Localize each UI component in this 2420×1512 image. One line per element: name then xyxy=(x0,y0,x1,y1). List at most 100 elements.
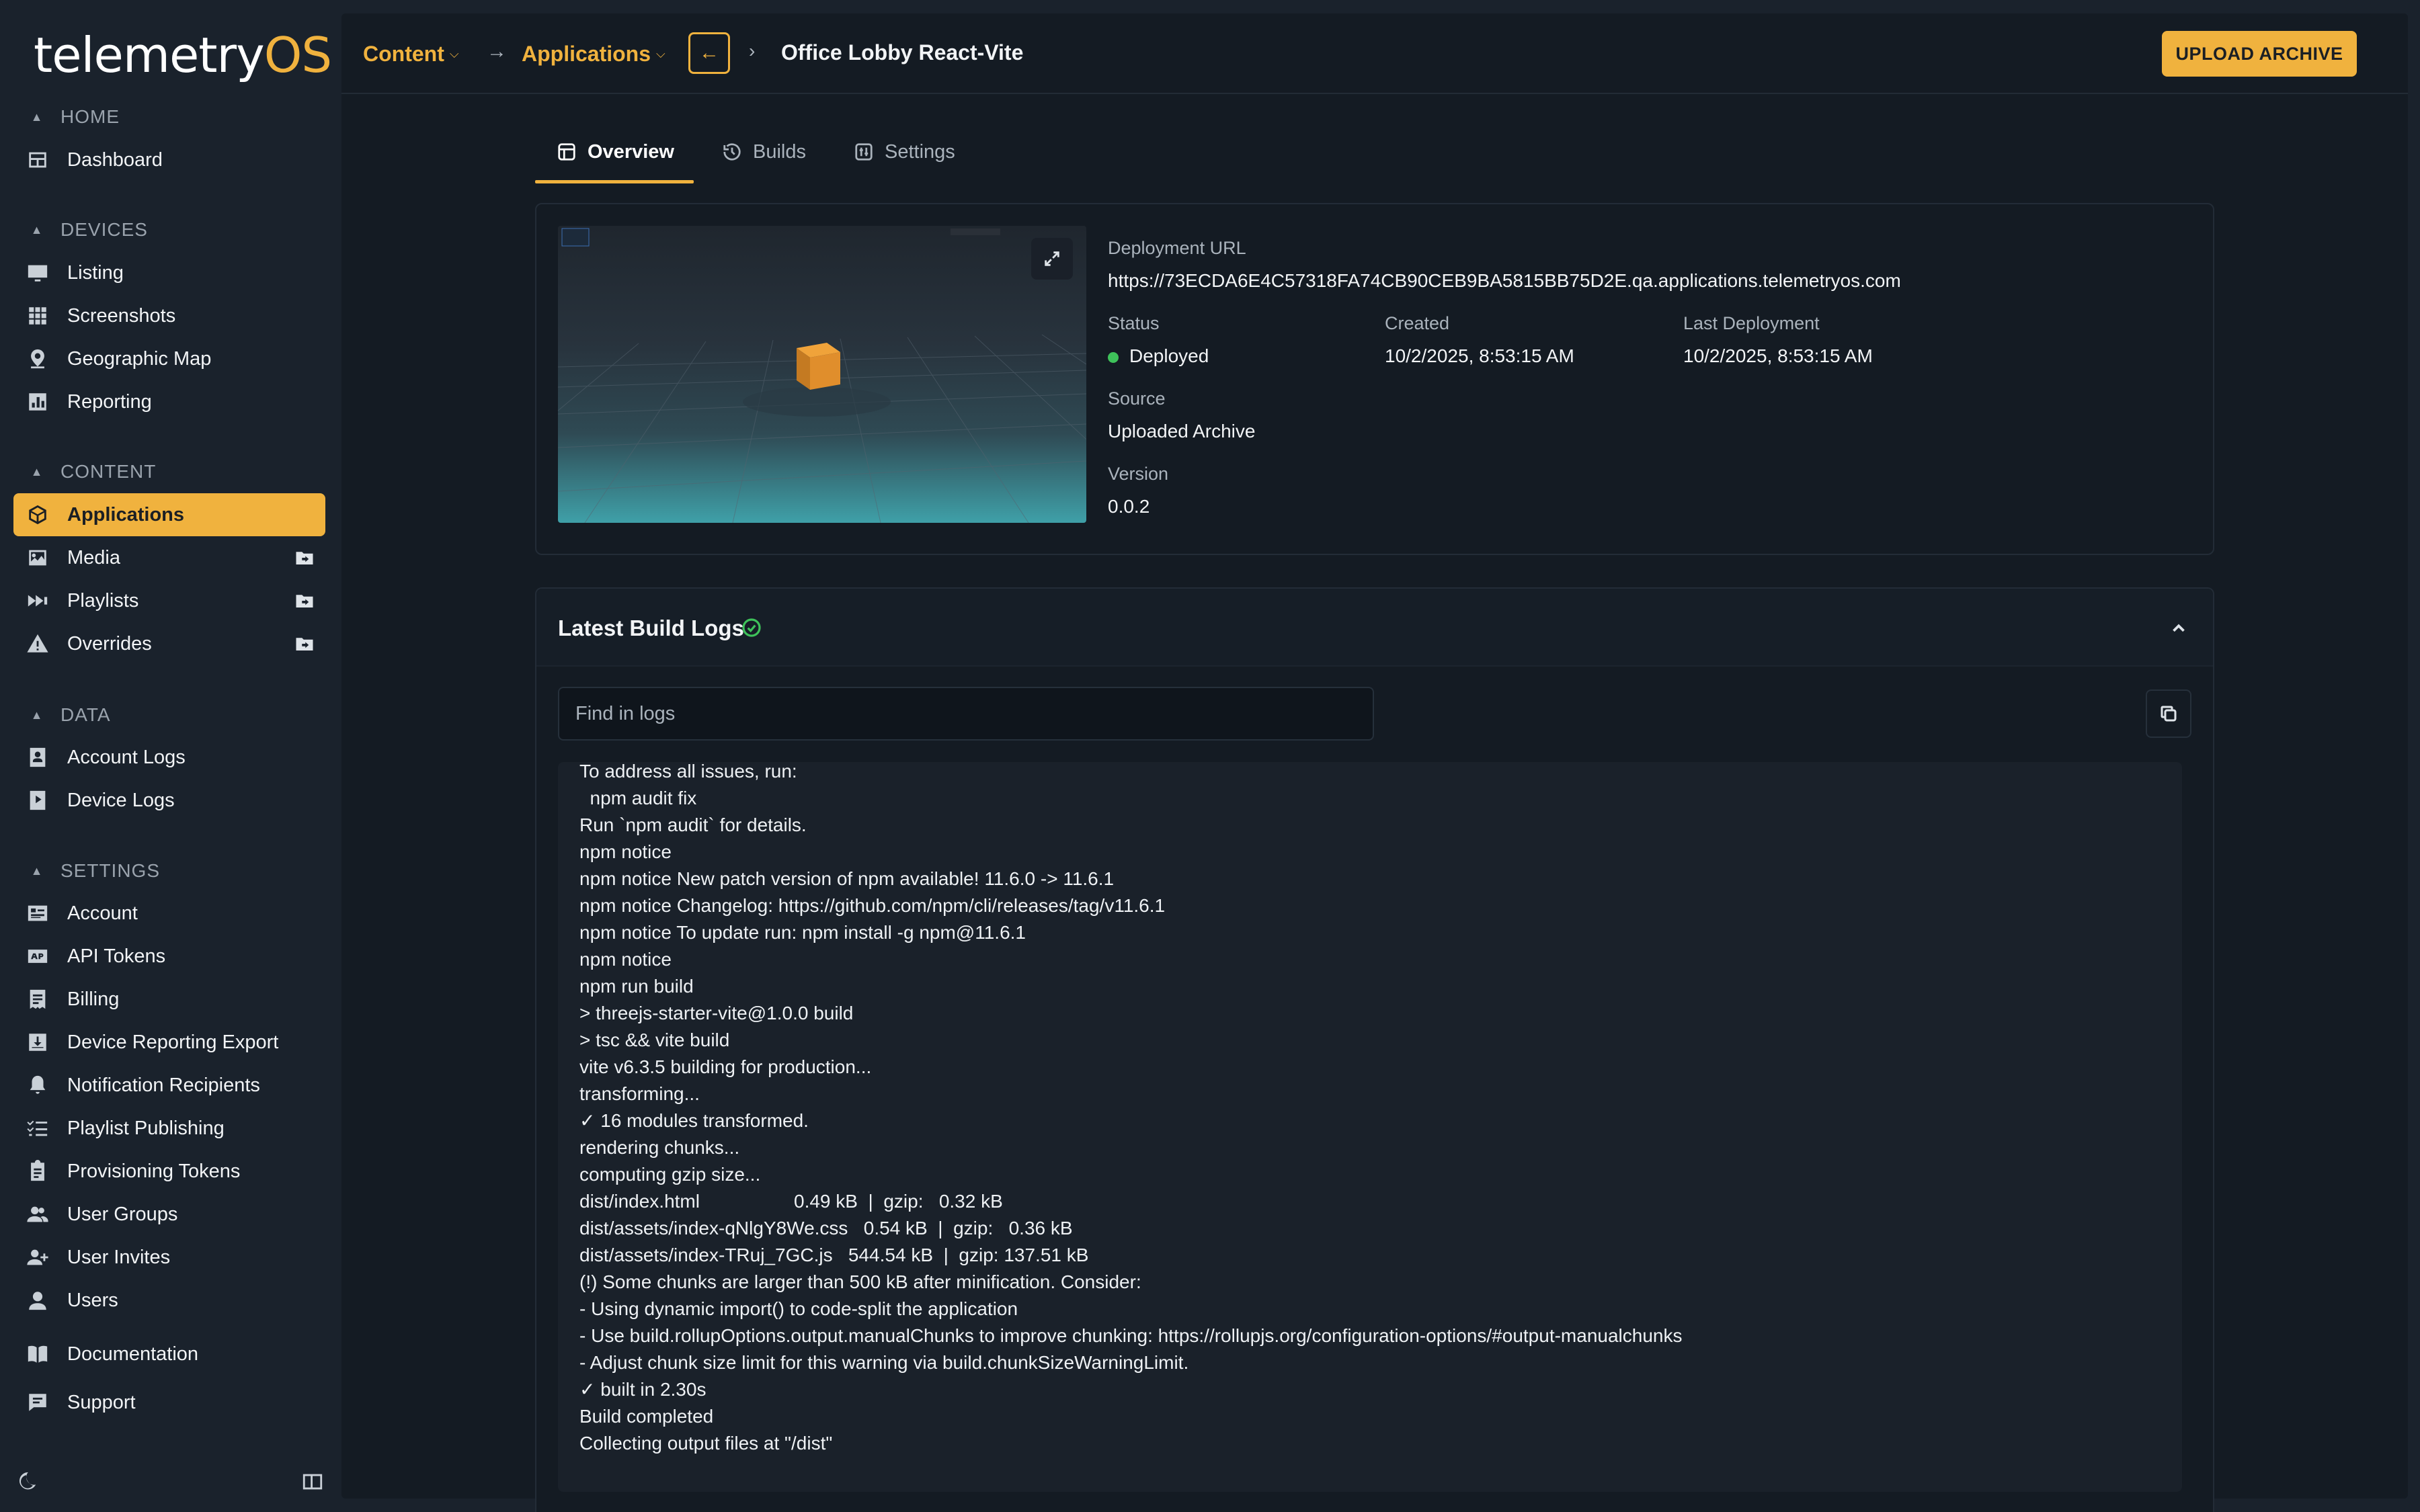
expand-icon xyxy=(1045,251,1059,266)
sidebar-item-api-tokens[interactable]: API Tokens xyxy=(13,935,325,978)
find-in-logs-input[interactable] xyxy=(558,687,1374,741)
section-label: SETTINGS xyxy=(61,860,161,881)
history-icon xyxy=(723,143,741,161)
breadcrumb-applications[interactable]: Applications ⌵ xyxy=(522,40,666,67)
app-preview-image[interactable] xyxy=(558,226,1086,523)
map-pin-icon xyxy=(26,347,50,371)
log-line: Collecting output files at "/dist" xyxy=(579,1433,833,1454)
sidebar-item-playlist-publishing[interactable]: Playlist Publishing xyxy=(13,1107,325,1150)
sidebar-item-device-logs[interactable]: Device Logs xyxy=(13,779,325,822)
sidebar-item-label: Device Logs xyxy=(67,789,175,811)
sidebar-item-user-invites[interactable]: User Invites xyxy=(13,1236,325,1279)
sidebar-item-provisioning-tokens[interactable]: Provisioning Tokens xyxy=(13,1150,325,1193)
log-output[interactable]: To address all issues, run: npm audit fi… xyxy=(558,762,2182,1492)
deployment-url-label: Deployment URL xyxy=(1108,238,1246,258)
sidebar-item-dashboard[interactable]: Dashboard xyxy=(13,138,325,181)
sidebar-item-notification-recipients[interactable]: Notification Recipients xyxy=(13,1064,325,1107)
section-data[interactable]: ▲ DATA xyxy=(27,702,111,728)
tab-settings[interactable]: Settings xyxy=(854,121,955,183)
user-plus-icon xyxy=(26,1245,50,1269)
preview-scene xyxy=(558,228,1086,523)
sidebar-item-applications[interactable]: Applications xyxy=(13,493,325,536)
last-deployment-value: 10/2/2025, 8:53:15 AM xyxy=(1683,345,1873,366)
log-line: dist/index.html 0.49 kB | gzip: 0.32 kB xyxy=(579,1191,1003,1212)
telemetryos-logo[interactable]: telemetryOS xyxy=(34,27,332,83)
version-value: 0.0.2 xyxy=(1108,496,1150,517)
sidebar-item-geographic-map[interactable]: Geographic Map xyxy=(13,337,325,380)
log-line: npm notice xyxy=(579,841,672,862)
log-line: npm run build xyxy=(579,976,694,997)
sidebar-item-label: Listing xyxy=(67,261,124,284)
caret-up-icon: ▲ xyxy=(30,110,44,124)
sidebar-item-overrides[interactable]: Overrides xyxy=(13,622,325,665)
book-icon xyxy=(26,1342,50,1366)
sidebar-item-label: Account xyxy=(67,902,138,924)
log-line: dist/assets/index-TRuj_7GC.js 544.54 kB … xyxy=(579,1245,1089,1265)
breadcrumb-content[interactable]: Content ⌵ xyxy=(363,40,459,67)
status-dot xyxy=(1108,351,1119,363)
sidebar-item-label: Reporting xyxy=(67,390,152,413)
upload-archive-button[interactable]: UPLOAD ARCHIVE xyxy=(2162,31,2357,77)
device-log-icon xyxy=(26,788,50,812)
main-panel: Content ⌵ → Applications ⌵ ← › Office Lobb… xyxy=(341,13,2408,1512)
sidebar-item-account[interactable]: Account xyxy=(13,892,325,935)
log-line: transforming... xyxy=(579,1083,700,1104)
sidebar-item-device-reporting-export[interactable]: Device Reporting Export xyxy=(13,1021,325,1064)
caret-up-icon: ▲ xyxy=(30,864,44,878)
log-line: - Use build.rollupOptions.output.manualC… xyxy=(579,1325,1683,1346)
chevron-up-icon[interactable] xyxy=(2169,618,2189,638)
expand-preview-button[interactable] xyxy=(1031,238,1073,280)
sidebar-item-listing[interactable]: Listing xyxy=(13,251,325,294)
folder-share-icon[interactable] xyxy=(294,548,315,568)
section-devices[interactable]: ▲ DEVICES xyxy=(27,216,148,243)
account-log-icon xyxy=(26,745,50,769)
tab-bar: Overview Builds Settings xyxy=(535,121,2216,183)
copy-logs-button[interactable] xyxy=(2146,689,2191,738)
tab-overview[interactable]: Overview xyxy=(557,121,674,183)
sidebar-item-label: Provisioning Tokens xyxy=(67,1160,241,1182)
sidebar-item-media[interactable]: Media xyxy=(13,536,325,579)
receipt-icon xyxy=(26,987,50,1011)
breadcrumb-label: Applications xyxy=(522,41,651,66)
build-logs-header[interactable]: Latest Build Logs xyxy=(536,589,2213,667)
playlist-icon xyxy=(26,589,50,613)
back-button[interactable]: ← xyxy=(688,32,730,74)
log-line: (!) Some chunks are larger than 500 kB a… xyxy=(579,1271,1141,1292)
folder-share-icon[interactable] xyxy=(294,591,315,611)
sidebar-item-screenshots[interactable]: Screenshots xyxy=(13,294,325,337)
sidebar-item-reporting[interactable]: Reporting xyxy=(13,380,325,423)
deployment-url-link[interactable]: https://73ECDA6E4C57318FA74CB90CEB9BA581… xyxy=(1108,270,1901,292)
folder-share-icon[interactable] xyxy=(294,634,315,654)
sidebar-item-billing[interactable]: Billing xyxy=(13,978,325,1021)
moon-icon[interactable] xyxy=(15,1470,38,1497)
created-value: 10/2/2025, 8:53:15 AM xyxy=(1385,345,1574,366)
logo-accent-text: OS xyxy=(264,27,332,83)
arrow-right-icon: → xyxy=(487,40,507,62)
top-bar: Content ⌵ → Applications ⌵ ← › Office Lobb… xyxy=(341,13,2408,94)
version-label: Version xyxy=(1108,464,1169,484)
status-text: Deployed xyxy=(1129,345,1209,366)
sidebar-item-documentation[interactable]: Documentation xyxy=(13,1333,325,1376)
log-line: computing gzip size... xyxy=(579,1164,761,1185)
tab-label: Overview xyxy=(588,140,674,163)
sidebar-item-label: Account Logs xyxy=(67,746,186,768)
section-content[interactable]: ▲ CONTENT xyxy=(27,458,156,485)
source-value: Uploaded Archive xyxy=(1108,421,1256,442)
tab-builds[interactable]: Builds xyxy=(722,121,806,183)
section-home[interactable]: ▲ HOME xyxy=(27,103,120,130)
sidebar-toggle-icon[interactable] xyxy=(301,1470,324,1497)
sidebar-item-label: Notification Recipients xyxy=(67,1074,260,1096)
section-settings[interactable]: ▲ SETTINGS xyxy=(27,857,160,884)
sidebar-item-playlists[interactable]: Playlists xyxy=(13,579,325,622)
sidebar-item-user-groups[interactable]: User Groups xyxy=(13,1193,325,1236)
sidebar-item-account-logs[interactable]: Account Logs xyxy=(13,736,325,779)
sidebar-item-support[interactable]: Support xyxy=(13,1381,325,1424)
grid-icon xyxy=(26,304,50,328)
user-icon xyxy=(26,1288,50,1312)
log-line: Run `npm audit` for details. xyxy=(579,814,807,835)
warning-icon xyxy=(26,632,50,656)
sidebar-item-users[interactable]: Users xyxy=(13,1279,325,1322)
log-lines: To address all issues, run: npm audit fi… xyxy=(579,762,2169,1457)
caret-up-icon: ▲ xyxy=(30,464,44,478)
log-line: Build completed xyxy=(579,1406,714,1427)
